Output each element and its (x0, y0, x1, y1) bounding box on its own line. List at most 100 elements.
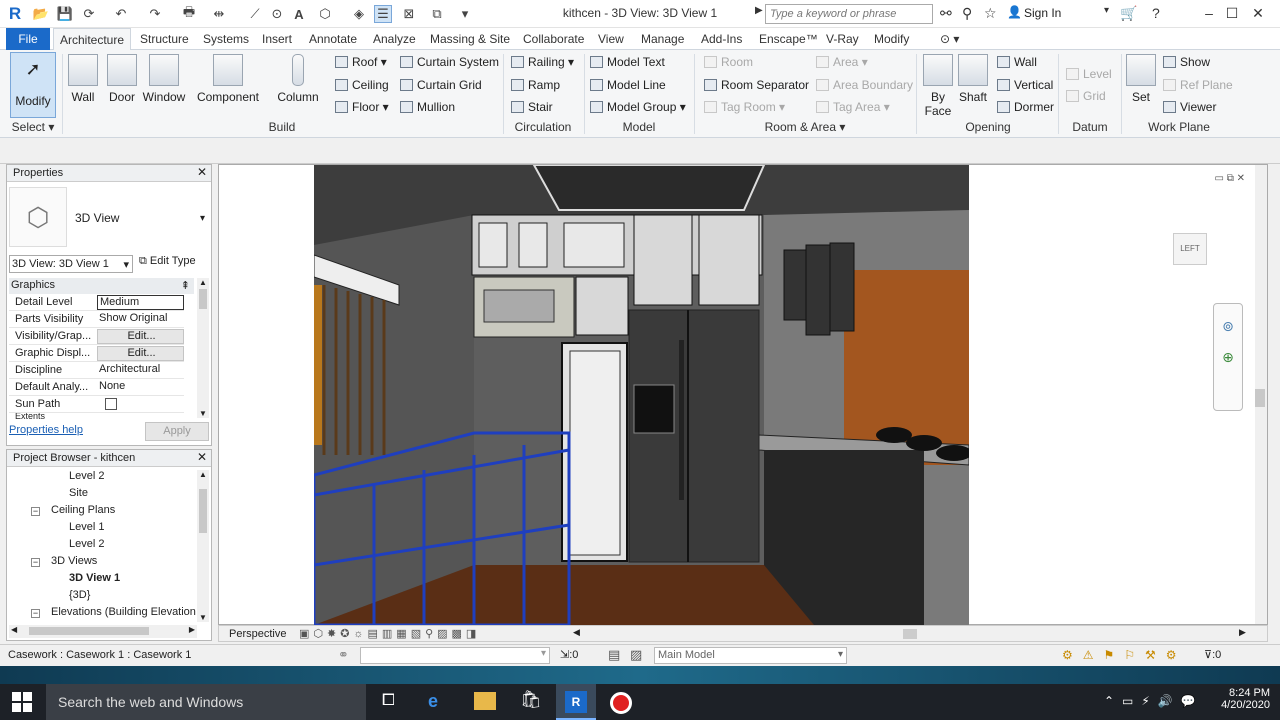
default-3d-icon[interactable]: ⬡ (316, 5, 334, 23)
tree-item-3d-view-1[interactable]: 3D View 1 (69, 572, 120, 584)
ceiling-button[interactable]: Ceiling (335, 78, 389, 92)
tab-architecture[interactable]: Architecture (53, 28, 132, 51)
revit-app-icon[interactable]: R (6, 4, 24, 23)
text-icon[interactable]: A (290, 5, 308, 23)
grid-button[interactable]: Grid (1066, 89, 1106, 103)
vertical-opening-button[interactable]: Vertical (997, 78, 1053, 92)
browser-horizontal-scrollbar[interactable]: ◀ ▶ (9, 625, 197, 638)
ramp-button[interactable]: Ramp (511, 78, 560, 92)
tab-manage[interactable]: Manage (635, 28, 690, 50)
file-explorer-icon[interactable] (474, 692, 496, 710)
floor-button[interactable]: Floor ▾ (335, 100, 389, 114)
thin-lines-icon[interactable]: ☰ (374, 5, 392, 23)
tag-room-button[interactable]: Tag Room ▾ (704, 100, 785, 114)
type-selector-dropdown-icon[interactable]: ▾ (200, 213, 205, 224)
tab-massing-site[interactable]: Massing & Site (424, 28, 516, 50)
tree-item-ceiling-level-1[interactable]: Level 1 (69, 521, 104, 533)
sign-in-link[interactable]: Sign In (1024, 6, 1061, 20)
cart-icon[interactable]: 🛒 (1120, 5, 1137, 22)
dormer-button[interactable]: Dormer (997, 100, 1054, 114)
panel-toggle-icon[interactable]: ⊙ ▾ (934, 28, 965, 50)
modify-button[interactable]: ➚ Modify (10, 52, 56, 118)
level-button[interactable]: Level (1066, 67, 1112, 81)
workset-icon[interactable]: ⚭ (338, 647, 349, 663)
area-boundary-button[interactable]: Area Boundary (816, 78, 913, 92)
tab-enscape[interactable]: Enscape™ (753, 28, 824, 50)
railing-button[interactable]: Railing ▾ (511, 55, 574, 69)
taskbar-search-box[interactable]: Search the web and Windows (46, 684, 366, 720)
view-window-controls[interactable]: ▭ ⧉ ✕ (1214, 173, 1245, 184)
measure-icon[interactable]: ⇹ (210, 5, 228, 23)
properties-close-icon[interactable]: ✕ (197, 165, 207, 179)
collapse-toggle-icon[interactable]: − (31, 609, 40, 618)
tag-area-button[interactable]: Tag Area ▾ (816, 100, 890, 114)
wall-button[interactable]: Wall (66, 52, 100, 116)
scroll-left-icon[interactable]: ◀ (573, 627, 580, 638)
collapse-toggle-icon[interactable]: − (31, 507, 40, 516)
sign-in-dropdown-icon[interactable]: ▾ (1104, 5, 1109, 16)
properties-scrollbar[interactable]: ▲ ▼ (197, 278, 209, 418)
tab-insert[interactable]: Insert (256, 28, 298, 50)
maximize-button[interactable]: ☐ (1220, 2, 1244, 24)
edit-type-button[interactable]: ⧉ Edit Type (139, 255, 196, 268)
wall-opening-button[interactable]: Wall (997, 55, 1037, 69)
graphics-group-header[interactable]: Graphics ⇞ (9, 278, 194, 294)
steering-wheel-icon[interactable]: ⊚ (1214, 318, 1242, 335)
view-vertical-scrollbar[interactable] (1255, 165, 1267, 624)
tab-systems[interactable]: Systems (197, 28, 255, 50)
sun-path-checkbox[interactable] (105, 398, 117, 410)
revit-taskbar-button[interactable]: R (556, 684, 596, 720)
close-window-button[interactable]: ✕ (1246, 2, 1270, 24)
tab-vray[interactable]: V-Ray (820, 28, 865, 50)
save-icon[interactable]: 💾 (56, 5, 74, 23)
tree-item-ceiling-plans[interactable]: Ceiling Plans (51, 504, 115, 516)
tree-item-level-2[interactable]: Level 2 (69, 470, 104, 482)
graphic-display-edit-button[interactable]: Edit... (97, 346, 184, 361)
dimension-icon[interactable]: ⟋ (246, 5, 264, 23)
stair-button[interactable]: Stair (511, 100, 553, 114)
design-option-select[interactable]: Main Model ▾ (654, 647, 847, 664)
close-hidden-icon[interactable]: ⊠ (400, 5, 418, 23)
task-view-icon[interactable]: ⧠ (382, 692, 395, 710)
tree-item-3d-default[interactable]: {3D} (69, 589, 90, 601)
tag-icon[interactable]: ⊙ (268, 5, 286, 23)
workset-select[interactable]: ▾ (360, 647, 550, 664)
selection-options-icons[interactable]: ⚙⚠⚑⚐⚒⚙ (1062, 648, 1187, 662)
filter-count[interactable]: ⊽:0 (1204, 648, 1221, 661)
project-browser-close-icon[interactable]: ✕ (197, 450, 207, 464)
binoculars-icon[interactable]: ⚯ (940, 5, 952, 22)
edge-browser-icon[interactable]: e (428, 691, 438, 712)
user-icon[interactable]: 👤 (1007, 5, 1022, 19)
tab-view[interactable]: View (592, 28, 630, 50)
curtain-grid-button[interactable]: Curtain Grid (400, 78, 482, 92)
set-work-plane-button[interactable]: Set (1126, 52, 1156, 116)
help-icon[interactable]: ? (1152, 5, 1160, 21)
room-area-panel-label[interactable]: Room & Area ▾ (698, 120, 912, 134)
type-selector[interactable]: 3D View (75, 211, 119, 225)
shaft-button[interactable]: Shaft (956, 52, 990, 116)
room-separator-button[interactable]: Room Separator (704, 78, 809, 92)
properties-help-link[interactable]: Properties help (9, 424, 83, 436)
roof-button[interactable]: Roof ▾ (335, 55, 387, 69)
browser-vertical-scrollbar[interactable]: ▲ ▼ (197, 470, 209, 622)
ref-plane-button[interactable]: Ref Plane (1163, 78, 1233, 92)
subscription-icon[interactable]: ⚲ (962, 5, 972, 22)
tab-collaborate[interactable]: Collaborate (517, 28, 590, 50)
view-horizontal-scroll-thumb[interactable] (903, 629, 917, 639)
model-text-button[interactable]: Model Text (590, 55, 665, 69)
mullion-button[interactable]: Mullion (400, 100, 455, 114)
view-cube[interactable]: LEFT (1173, 233, 1207, 265)
section-icon[interactable]: ◈ (350, 5, 368, 23)
model-line-button[interactable]: Model Line (590, 78, 666, 92)
area-button[interactable]: Area ▾ (816, 55, 868, 69)
vg-edit-button[interactable]: Edit... (97, 329, 184, 344)
curtain-system-button[interactable]: Curtain System (400, 55, 499, 69)
window-button[interactable]: Window (142, 52, 186, 116)
tree-item-3d-views[interactable]: 3D Views (51, 555, 97, 567)
column-button[interactable]: Column (276, 52, 320, 116)
door-button[interactable]: Door (104, 52, 140, 116)
tree-item-ceiling-level-2[interactable]: Level 2 (69, 538, 104, 550)
instance-filter-select[interactable]: 3D View: 3D View 1 ▾ (9, 255, 133, 273)
minimize-button[interactable]: – (1197, 2, 1221, 24)
zoom-icon[interactable]: ⊕ (1214, 349, 1242, 366)
